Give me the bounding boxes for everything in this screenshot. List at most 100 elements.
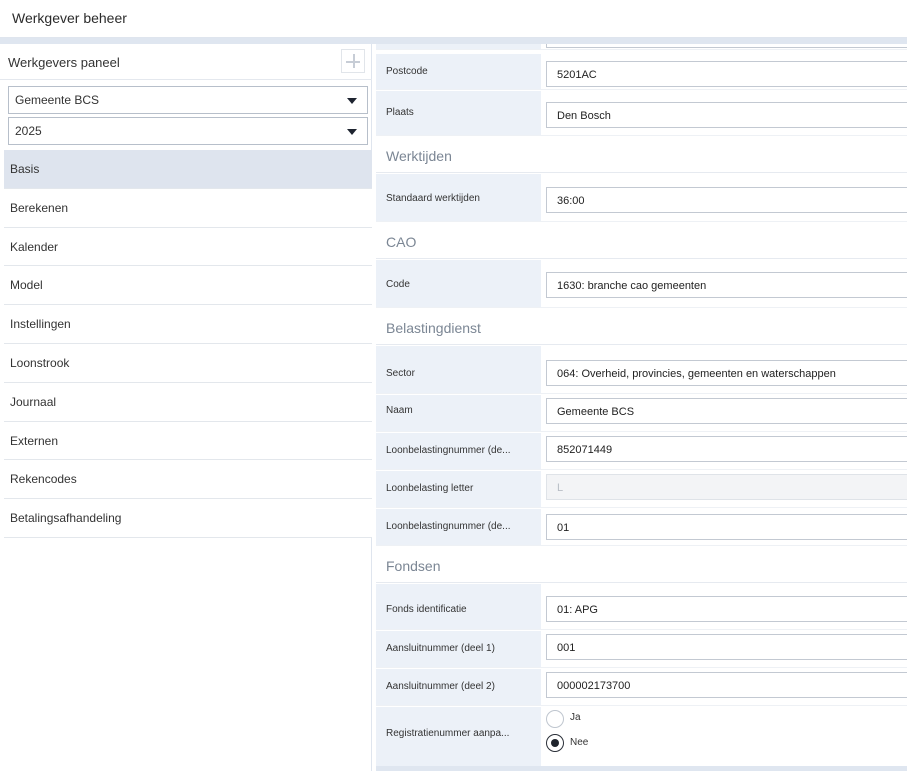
section-title: Werktijden (386, 148, 452, 164)
form-label-cell: Naam (376, 395, 541, 431)
partial-input[interactable] (546, 44, 907, 48)
section-title: Belastingdienst (386, 320, 481, 336)
form-row-registratienummer: Registratienummer aanpa... Ja Nee (376, 707, 907, 767)
nav-item-label: Berekenen (10, 200, 69, 215)
form-label-cell: Aansluitnummer (deel 2) (376, 669, 541, 705)
panel-title: Werkgevers paneel (8, 55, 120, 70)
postcode-value: 5201AC (557, 69, 597, 81)
nav-item-journaal[interactable]: Journaal (4, 382, 372, 422)
form-row-cao-code: Code 1630: branche cao gemeenten (376, 260, 907, 308)
year-select-value: 2025 (15, 124, 42, 138)
cao-code-label: Code (386, 279, 410, 290)
form-row-aansluitnummer-1: Aansluitnummer (deel 1) 001 (376, 631, 907, 668)
form-label-cell: Code (376, 260, 541, 307)
loonbelasting-letter-input: L (546, 474, 907, 500)
sector-value: 064: Overheid, provincies, gemeenten en … (557, 368, 836, 380)
nav-item-label: Externen (10, 433, 59, 448)
nav-item-label: Rekencodes (10, 472, 77, 487)
aansluitnummer-2-label: Aansluitnummer (deel 2) (386, 681, 495, 692)
form-label-cell: Sector (376, 346, 541, 393)
caret-down-icon (347, 129, 357, 135)
nav-item-label: Loonstrook (10, 355, 70, 370)
nav-item-loonstrook[interactable]: Loonstrook (4, 343, 372, 383)
section-title: Fondsen (386, 558, 441, 574)
nav-item-label: Basis (10, 162, 40, 176)
radio-nee-label: Nee (570, 737, 589, 748)
nav-item-instellingen[interactable]: Instellingen (4, 305, 372, 344)
nav-item-externen[interactable]: Externen (4, 421, 372, 461)
radio-ja[interactable] (546, 710, 564, 728)
cao-code-value: 1630: branche cao gemeenten (557, 280, 707, 292)
year-select[interactable]: 2025 (8, 117, 368, 145)
employer-select[interactable]: Gemeente BCS (8, 86, 368, 114)
aansluitnummer-1-value: 001 (557, 642, 576, 654)
nav-item-kalender[interactable]: Kalender (4, 227, 372, 267)
caret-down-icon (347, 98, 357, 104)
nav-item-rekencodes[interactable]: Rekencodes (4, 460, 372, 500)
loonbelasting-letter-label: Loonbelasting letter (386, 483, 474, 494)
form-label-cell: Standaard werktijden (376, 174, 541, 221)
standaard-werktijden-label: Standaard werktijden (386, 193, 480, 204)
nav-item-label: Betalingsafhandeling (10, 511, 122, 526)
nav-item-basis[interactable]: Basis (4, 150, 372, 189)
section-cao: CAO (376, 223, 907, 259)
naam-input[interactable]: Gemeente BCS (546, 398, 907, 424)
nav-item-model[interactable]: Model (4, 266, 372, 306)
loonbelasting-letter-value: L (557, 482, 564, 494)
nav-item-label: Instellingen (10, 317, 71, 332)
loonbelastingnummer-1-value: 852071449 (557, 444, 613, 456)
section-title: CAO (386, 234, 417, 250)
section-werktijden: Werktijden (376, 137, 907, 173)
form-row-loonbelasting-letter: Loonbelasting letter L (376, 471, 907, 508)
loonbelastingnummer-2-value: 01 (557, 522, 570, 534)
sector-select[interactable]: 064: Overheid, provincies, gemeenten en … (546, 360, 907, 386)
window-title: Werkgever beheer (12, 10, 127, 26)
nav-list: Basis Berekenen Kalender Model Instellin… (4, 150, 372, 538)
fonds-identificatie-select[interactable]: 01: APG (546, 596, 907, 622)
form-bottom-divider (376, 766, 907, 771)
form-row-aansluitnummer-2: Aansluitnummer (deel 2) 000002173700 (376, 669, 907, 706)
registratienummer-label: Registratienummer aanpa... (386, 728, 510, 739)
employers-panel: Werkgevers paneel Gemeente BCS 2025 Basi… (0, 44, 372, 771)
aansluitnummer-1-input[interactable]: 001 (546, 634, 907, 660)
section-belastingdienst: Belastingdienst (376, 309, 907, 345)
cao-code-select[interactable]: 1630: branche cao gemeenten (546, 272, 907, 298)
form-label-cell: Plaats (376, 91, 541, 135)
fonds-identificatie-value: 01: APG (557, 604, 598, 616)
form-label-cell: Aansluitnummer (deel 1) (376, 631, 541, 667)
form-label-cell: Loonbelastingnummer (de... (376, 433, 541, 469)
form-row-partial (376, 44, 907, 50)
nav-item-betalingsafhandeling[interactable]: Betalingsafhandeling (4, 499, 372, 538)
loonbelastingnummer-2-label: Loonbelastingnummer (de... (386, 521, 511, 532)
form-row-postcode: Postcode 5201AC (376, 54, 907, 90)
form-row-naam: Naam Gemeente BCS (376, 395, 907, 432)
form-row-sector: Sector 064: Overheid, provincies, gemeen… (376, 346, 907, 394)
postcode-input[interactable]: 5201AC (546, 61, 907, 87)
form-row-standaard-werktijden: Standaard werktijden 36:00 (376, 174, 907, 222)
form-row-loonbelastingnummer-2: Loonbelastingnummer (de... 01 (376, 509, 907, 546)
employer-select-value: Gemeente BCS (15, 93, 100, 107)
nav-item-label: Model (10, 278, 43, 293)
nav-item-berekenen[interactable]: Berekenen (4, 188, 372, 228)
aansluitnummer-2-input[interactable]: 000002173700 (546, 672, 907, 698)
employer-form: Postcode 5201AC Plaats Den Bosch Werktij… (376, 44, 907, 771)
section-fondsen: Fondsen (376, 547, 907, 583)
form-label-cell: Loonbelasting letter (376, 471, 541, 507)
plaats-input[interactable]: Den Bosch (546, 102, 907, 128)
add-employer-button[interactable] (341, 49, 365, 73)
form-row-plaats: Plaats Den Bosch (376, 91, 907, 136)
radio-nee[interactable] (546, 734, 564, 752)
aansluitnummer-2-value: 000002173700 (557, 680, 631, 692)
sector-label: Sector (386, 368, 415, 379)
loonbelastingnummer-1-input[interactable]: 852071449 (546, 436, 907, 462)
standaard-werktijden-input[interactable]: 36:00 (546, 187, 907, 213)
postcode-label: Postcode (386, 66, 428, 77)
loonbelastingnummer-1-label: Loonbelastingnummer (de... (386, 445, 511, 456)
panel-header: Werkgevers paneel (0, 44, 372, 80)
form-label-cell: Registratienummer aanpa... (376, 707, 541, 767)
window-header: Werkgever beheer (0, 0, 907, 38)
plaats-value: Den Bosch (557, 110, 611, 122)
form-label-cell: Loonbelastingnummer (de... (376, 509, 541, 545)
loonbelastingnummer-2-input[interactable]: 01 (546, 514, 907, 540)
standaard-werktijden-value: 36:00 (557, 195, 585, 207)
